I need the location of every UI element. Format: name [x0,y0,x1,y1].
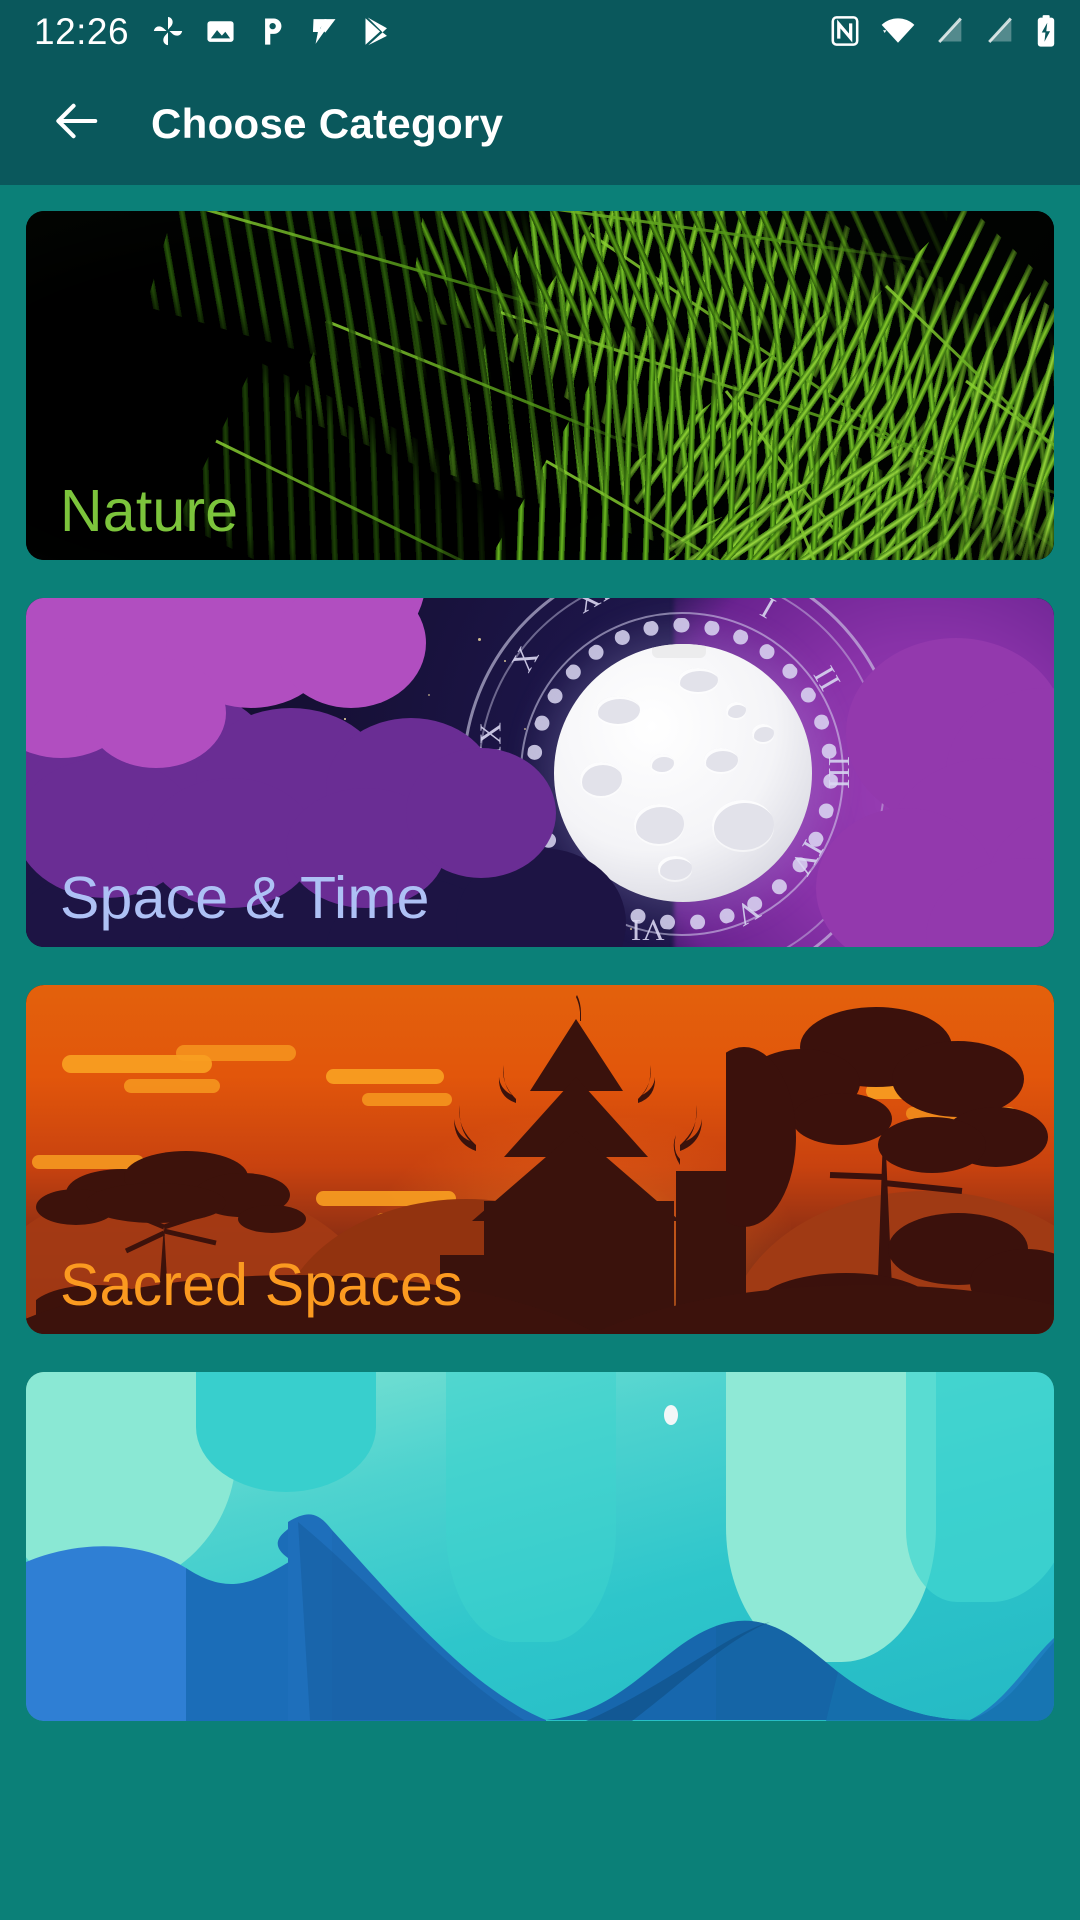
status-bar: 12:26 [0,0,1080,62]
wifi-icon [880,14,916,48]
checkmark-flag-icon [308,15,341,48]
battery-charging-icon [1034,14,1058,48]
no-signal-icon [984,14,1016,48]
back-button[interactable] [40,87,114,161]
system-status-icons [828,14,1058,48]
star [428,694,430,696]
category-card-sacred-spaces[interactable]: Sacred Spaces [26,985,1054,1334]
no-signal-icon [934,14,966,48]
category-label-nature: Nature [60,478,238,546]
play-store-icon [360,15,393,48]
mountain-range [26,1372,1054,1721]
category-card-mountains[interactable] [26,1372,1054,1721]
page-title: Choose Category [151,100,503,148]
app-bar: Choose Category [0,62,1080,185]
mountains-artwork [26,1372,1054,1721]
photo-icon [204,15,237,48]
pine-tree-silhouette [726,987,1054,1334]
category-card-space-time[interactable]: XIIIIIIIIIVVVIVIIVIIIIXXXI Space & [26,598,1054,947]
category-label-sacred-spaces: Sacred Spaces [60,1252,463,1320]
nfc-icon [828,14,862,48]
clock-numeral: XII [659,598,705,600]
letter-p-icon [256,15,289,48]
pinwheel-icon [151,14,185,48]
cloud-streak [176,1045,296,1061]
cloud-blob [406,748,556,878]
star [344,718,346,720]
category-card-nature[interactable]: Nature [26,211,1054,560]
cloud-streak [124,1079,220,1093]
category-label-space-time: Space & Time [60,865,430,933]
back-arrow-icon [51,95,103,152]
notification-icons [151,14,393,48]
status-clock: 12:26 [34,13,129,50]
category-list[interactable]: Nature XIIIIIIIIIVVVIVIIVIIIIXXXI [0,185,1080,1721]
cloud-blob [86,658,226,768]
